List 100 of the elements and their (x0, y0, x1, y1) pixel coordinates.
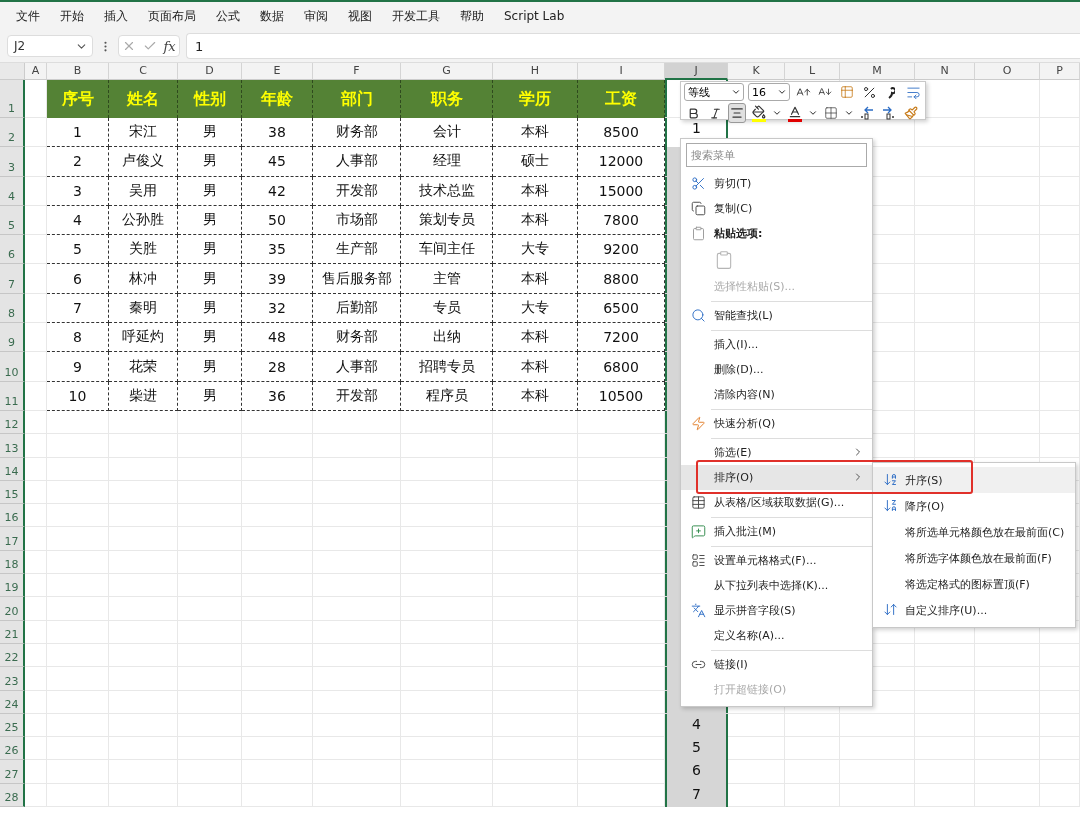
menu-item[interactable]: 将所选单元格颜色放在最前面(C) (873, 519, 1075, 545)
column-header[interactable]: H (493, 63, 578, 80)
menu-item[interactable]: 从下拉列表中选择(K)... (681, 573, 872, 598)
row-header[interactable]: 17 (0, 527, 25, 551)
table-cell: 男 (178, 323, 242, 353)
row-header[interactable]: 23 (0, 667, 25, 691)
row-header[interactable]: 7 (0, 264, 25, 294)
column-header[interactable]: B (47, 63, 109, 80)
search-field[interactable]: 搜索菜单 (686, 143, 867, 167)
column-header[interactable]: P (1040, 63, 1080, 80)
menu-item[interactable]: 排序(O) (681, 465, 872, 490)
table-cell: 42 (242, 176, 313, 206)
row-header[interactable]: 24 (0, 690, 25, 714)
row-header[interactable]: 10 (0, 352, 25, 382)
row-header[interactable]: 13 (0, 434, 25, 458)
ribbon-tab[interactable]: 文件 (6, 7, 50, 25)
menu-item[interactable]: 智能查找(L) (681, 303, 872, 328)
row-header[interactable]: 20 (0, 597, 25, 621)
column-header[interactable]: M (840, 63, 915, 80)
table-cell: 会计 (401, 118, 493, 148)
column-header[interactable]: I (578, 63, 665, 80)
menu-item[interactable]: 剪切(T) (681, 171, 872, 196)
ribbon-tab[interactable]: 公式 (206, 7, 250, 25)
menu-item[interactable]: 将选定格式的图标置顶(F) (873, 571, 1075, 597)
row-header[interactable]: 14 (0, 457, 25, 481)
menu-item[interactable]: 升序(S) (873, 467, 1075, 493)
table-cell: 男 (178, 352, 242, 382)
row-header[interactable]: 3 (0, 147, 25, 177)
menu-item[interactable]: 链接(I) (681, 652, 872, 677)
table-cell: 市场部 (313, 205, 401, 236)
ribbon-tab[interactable]: Script Lab (494, 9, 575, 23)
ribbon-tab[interactable]: 页面布局 (138, 7, 206, 25)
column-header[interactable]: C (109, 63, 178, 80)
menu-item[interactable]: 显示拼音字段(S) (681, 598, 872, 623)
table-cell: 专员 (401, 293, 493, 324)
column-header[interactable]: L (785, 63, 840, 80)
ribbon-tab[interactable]: 数据 (250, 7, 294, 25)
menu-item[interactable]: 将所选字体颜色放在最前面(F) (873, 545, 1075, 571)
ribbon-tab[interactable]: 帮助 (450, 7, 494, 25)
table-cell: 本科 (493, 176, 578, 206)
menu-item[interactable]: 删除(D)... (681, 357, 872, 382)
column-header[interactable]: F (313, 63, 401, 80)
row-header[interactable]: 22 (0, 643, 25, 668)
formula-field[interactable]: 1 (186, 33, 1080, 59)
row-header[interactable]: 19 (0, 574, 25, 598)
column-header[interactable]: O (975, 63, 1040, 80)
row-header[interactable]: 1 (0, 80, 25, 118)
menu-item[interactable]: 复制(C) (681, 196, 872, 221)
column-title: 性别 (178, 80, 242, 118)
row-header[interactable]: 5 (0, 205, 25, 236)
menu-item[interactable]: 定义名称(A)... (681, 623, 872, 648)
ribbon-tab[interactable]: 开始 (50, 7, 94, 25)
row-header[interactable]: 21 (0, 620, 25, 644)
row-header[interactable]: 4 (0, 176, 25, 206)
menu-item[interactable]: 筛选(E) (681, 440, 872, 465)
column-header[interactable]: E (242, 63, 313, 80)
row-header[interactable]: 6 (0, 235, 25, 265)
row-header[interactable]: 18 (0, 550, 25, 575)
row-header[interactable]: 12 (0, 410, 25, 435)
font-select[interactable]: 等线 (684, 83, 744, 101)
column-header[interactable]: N (915, 63, 975, 80)
row-header[interactable]: 2 (0, 118, 25, 148)
table-cell: 8 (47, 323, 109, 353)
row-header[interactable]: 28 (0, 783, 25, 807)
column-header[interactable]: A (25, 63, 47, 80)
table-cell: 卢俊义 (109, 147, 178, 177)
menu-item[interactable]: 降序(O) (873, 493, 1075, 519)
table-cell: 宋江 (109, 118, 178, 148)
column-header[interactable]: K (728, 63, 785, 80)
menu-item[interactable]: 插入(I)... (681, 332, 872, 357)
table-cell: 生产部 (313, 235, 401, 265)
row-header[interactable]: 25 (0, 713, 25, 738)
row-header[interactable]: 8 (0, 293, 25, 324)
menu-item[interactable]: 自定义排序(U)... (873, 597, 1075, 623)
ribbon-tab[interactable]: 插入 (94, 7, 138, 25)
menu-item[interactable]: 快速分析(Q) (681, 411, 872, 436)
menu-item[interactable]: 从表格/区域获取数据(G)... (681, 490, 872, 515)
table-cell: 28 (242, 352, 313, 382)
row-header[interactable]: 9 (0, 323, 25, 353)
menu-item[interactable]: 清除内容(N) (681, 382, 872, 407)
insert-function-button[interactable]: fx (163, 38, 176, 54)
menu-item[interactable]: 设置单元格格式(F)... (681, 548, 872, 573)
ribbon-tab[interactable]: 视图 (338, 7, 382, 25)
table-cell: 本科 (493, 381, 578, 411)
column-header[interactable]: D (178, 63, 242, 80)
table-cell: 秦明 (109, 293, 178, 324)
ribbon-tab[interactable]: 审阅 (294, 7, 338, 25)
menu-item[interactable]: 插入批注(M) (681, 519, 872, 544)
ribbon-tab[interactable]: 开发工具 (382, 7, 450, 25)
row-header[interactable]: 26 (0, 737, 25, 761)
table-cell: 吴用 (109, 176, 178, 206)
table-cell: 本科 (493, 264, 578, 294)
row-header[interactable]: 11 (0, 381, 25, 411)
row-header[interactable]: 15 (0, 480, 25, 505)
column-header[interactable]: G (401, 63, 493, 80)
name-box[interactable]: J2 (7, 35, 93, 57)
row-header[interactable]: 27 (0, 760, 25, 784)
column-header[interactable]: J (665, 63, 728, 80)
font-size-select[interactable]: 16 (748, 83, 790, 101)
row-header[interactable]: 16 (0, 504, 25, 528)
